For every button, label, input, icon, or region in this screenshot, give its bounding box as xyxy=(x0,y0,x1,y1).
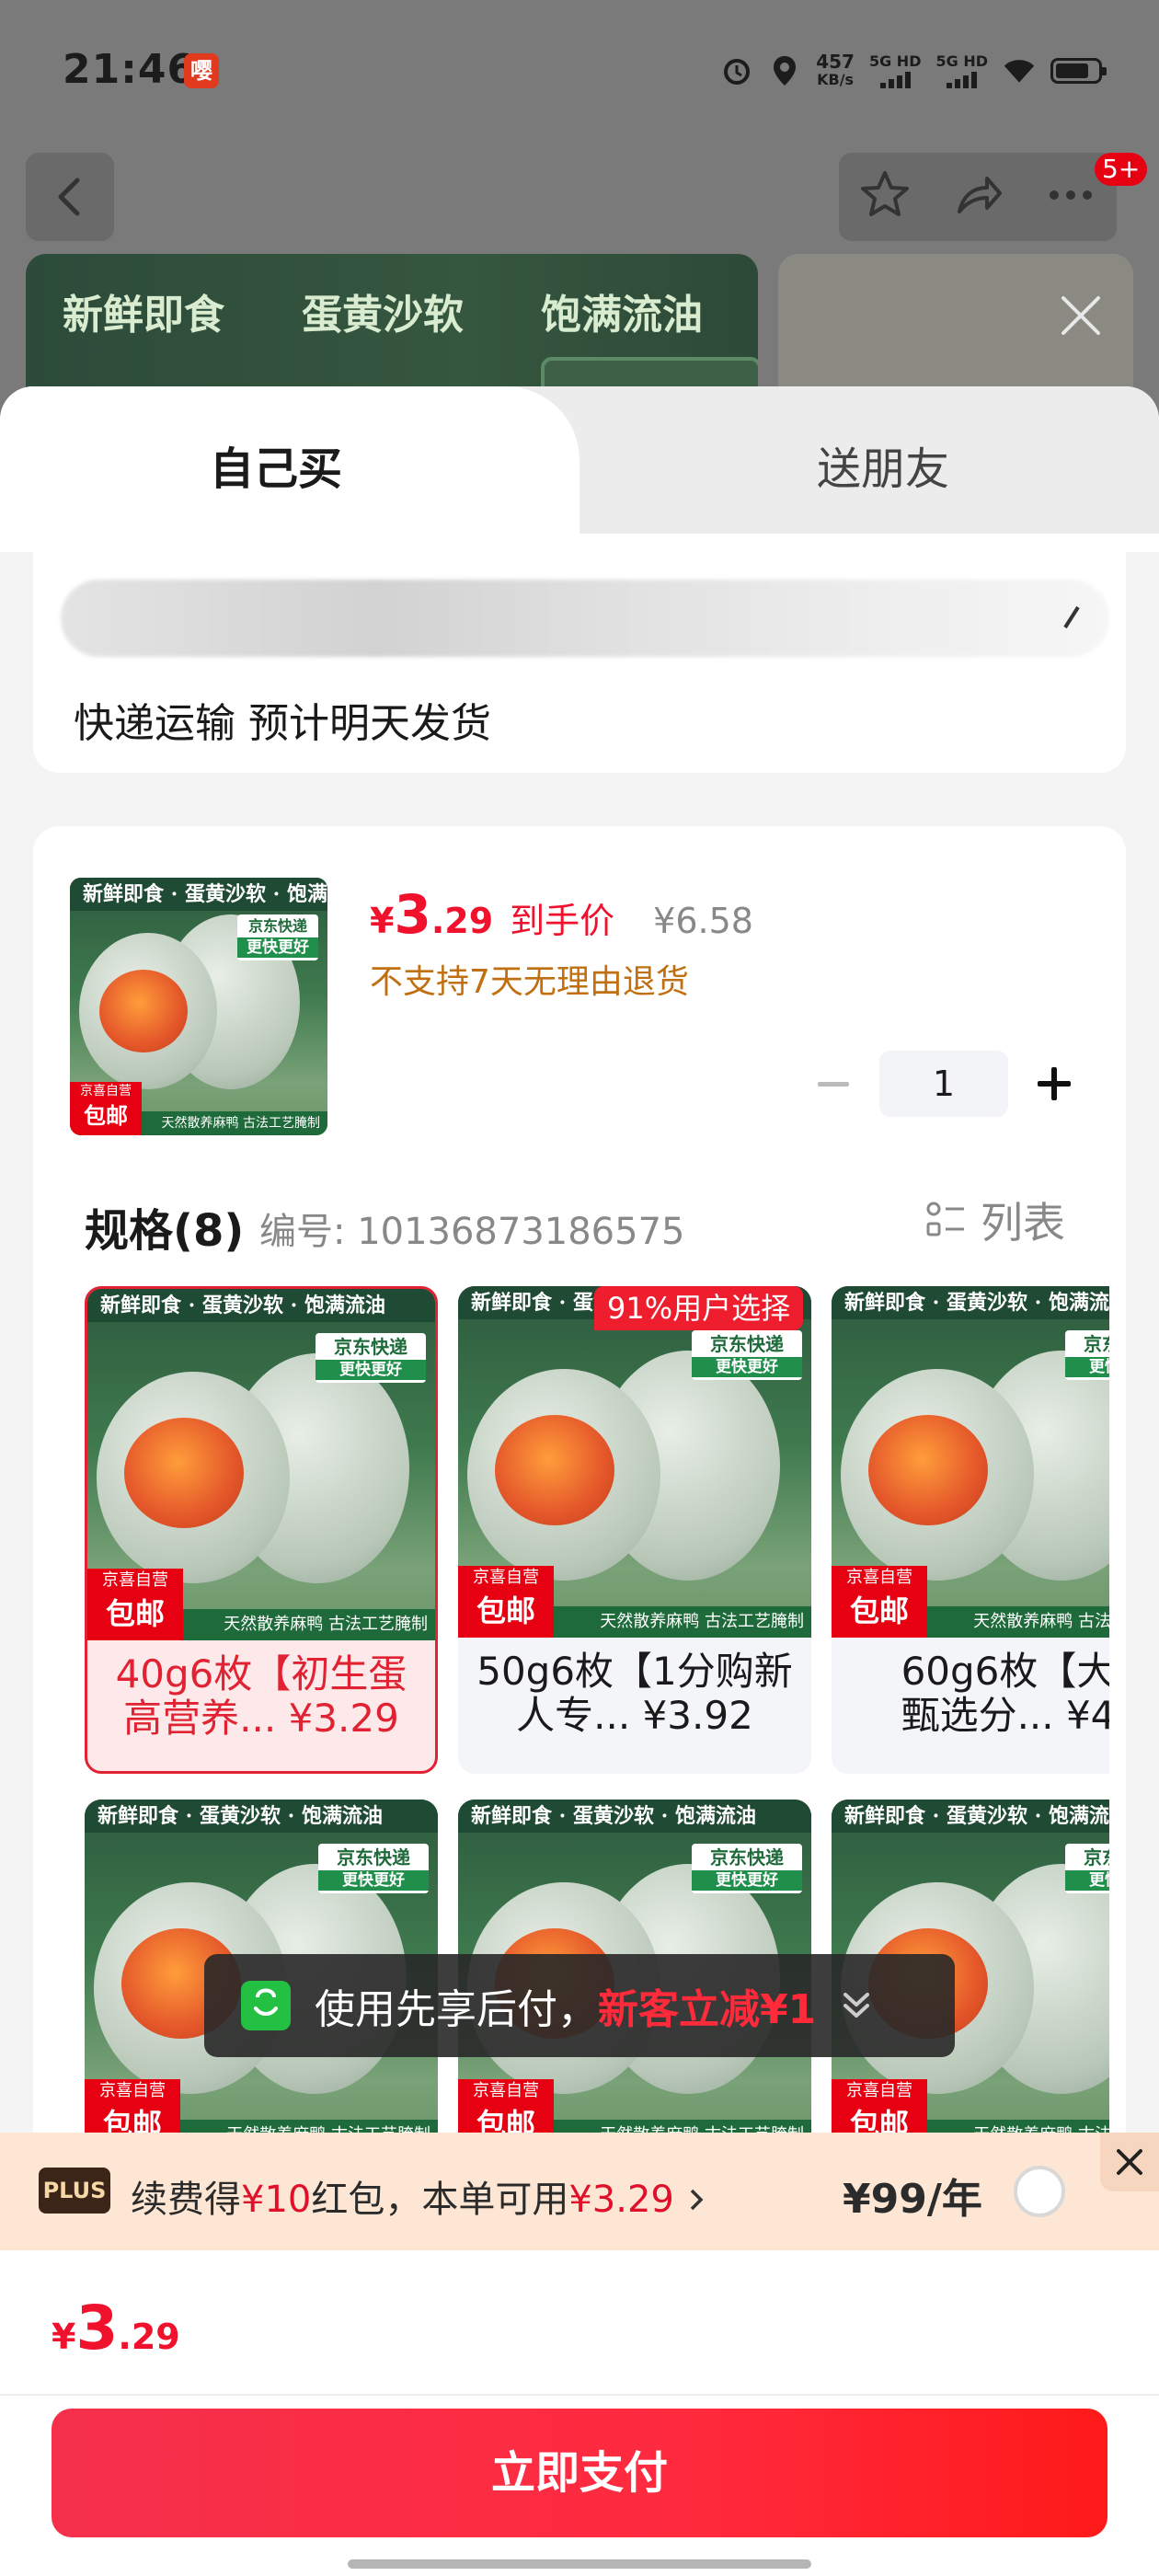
alarm-icon xyxy=(720,54,753,87)
quantity-minus-button[interactable] xyxy=(806,1051,861,1117)
pay-later-offer: 新客立减¥1 xyxy=(598,1986,817,2033)
spec-option-image: 新鲜即食 · 蛋黄沙软 · 饱满流油 京东快递更快更好 天然散养麻鸭 古法工艺腌… xyxy=(832,1286,1109,1638)
plus-select-radio[interactable] xyxy=(1014,2166,1065,2217)
spec-option-2[interactable]: 新鲜即食 · 蛋黄沙软 · 饱满流油 京东快递更快更好 天然散养麻鸭 古法工艺腌… xyxy=(458,1286,811,1774)
status-icons: 457 KB/s 5G HD 5G HD xyxy=(720,48,1107,94)
plus-close-button[interactable] xyxy=(1100,2133,1159,2191)
message-count-badge: 5+ xyxy=(1095,153,1148,186)
address-card[interactable]: 快递运输 预计明天发货 xyxy=(33,552,1126,773)
tab-self[interactable]: 自己买 xyxy=(0,386,580,534)
quantity-stepper: 1 xyxy=(806,1051,1082,1117)
quantity-value[interactable]: 1 xyxy=(879,1051,1008,1117)
spec-option-3[interactable]: 新鲜即食 · 蛋黄沙软 · 饱满流油 京东快递更快更好 天然散养麻鸭 古法工艺腌… xyxy=(832,1286,1109,1774)
top-actions xyxy=(839,153,1117,241)
plus-badge: PLUS xyxy=(39,2168,110,2214)
total-price: ¥ 3 .29 xyxy=(52,2293,180,2363)
more-icon[interactable] xyxy=(1043,167,1098,226)
original-price: ¥6.58 xyxy=(653,901,753,941)
signal-sim2-icon: 5G HD xyxy=(935,53,988,88)
product-thumbnail[interactable]: 新鲜即食 · 蛋黄沙软 · 饱满流油 京东快递更快更好 天然散养麻鸭 古法工艺腌… xyxy=(70,878,327,1135)
battery-icon xyxy=(1050,58,1107,84)
chevron-left-icon xyxy=(58,178,80,216)
back-button[interactable] xyxy=(26,153,114,241)
pay-now-button[interactable]: 立即支付 xyxy=(52,2409,1107,2537)
close-icon[interactable] xyxy=(1058,293,1104,339)
popular-choice-badge: 91%用户选择 xyxy=(594,1286,804,1330)
tab-self-label: 自己买 xyxy=(210,443,343,495)
close-icon xyxy=(1117,2149,1142,2175)
plus-membership-bar: PLUS 续费得¥10红包，本单可用¥3.29 ¥99/年 xyxy=(0,2133,1159,2250)
net-speed: 457 KB/s xyxy=(816,51,855,88)
product-code: 编号: 10136873186575 xyxy=(259,1211,685,1253)
favorite-star-icon[interactable] xyxy=(857,167,912,226)
background-page: 21:46 嘤 457 KB/s 5G HD 5G HD 5+ 新鲜即食 蛋黄沙… xyxy=(0,0,1159,432)
return-policy: 不支持7天无理由退货 xyxy=(370,963,689,1001)
spec-option-image: 新鲜即食 · 蛋黄沙软 · 饱满流油 京东快递更快更好 天然散养麻鸭 古法工艺腌… xyxy=(458,1286,811,1638)
list-icon xyxy=(925,1199,968,1241)
home-indicator[interactable] xyxy=(348,2559,811,2569)
quantity-plus-button[interactable] xyxy=(1027,1051,1082,1117)
share-icon[interactable] xyxy=(950,167,1005,226)
wifi-icon xyxy=(1003,54,1036,87)
final-price-label: 到手价 xyxy=(510,901,615,941)
location-icon xyxy=(768,54,801,87)
app-notification-icon: 嘤 xyxy=(184,53,219,88)
spec-grid: 新鲜即食 · 蛋黄沙软 · 饱满流油 京东快递 更快更好 天然散养麻鸭 古法工艺腌… xyxy=(85,1286,1109,2234)
spec-option-1[interactable]: 新鲜即食 · 蛋黄沙软 · 饱满流油 京东快递 更快更好 天然散养麻鸭 古法工艺腌… xyxy=(85,1286,438,1774)
plus-price: ¥99/年 xyxy=(843,2176,982,2223)
shopping-bag-icon xyxy=(241,1981,291,2030)
chevron-double-down-icon xyxy=(838,1987,875,2024)
list-view-toggle[interactable]: 列表 xyxy=(925,1194,1065,1248)
spec-title: 规格(8) xyxy=(85,1205,245,1257)
product-price: ¥ 3 .29 到手价 ¥6.58 xyxy=(370,883,753,946)
address-blurred xyxy=(61,580,1109,657)
status-bar: 21:46 嘤 457 KB/s 5G HD 5G HD xyxy=(0,0,1159,138)
pay-later-text: 使用先享后付， xyxy=(315,1986,598,2033)
spec-option-image: 新鲜即食 · 蛋黄沙软 · 饱满流油 京东快递更快更好 天然散养麻鸭 古法工艺腌… xyxy=(87,1289,435,1640)
signal-sim1-icon: 5G HD xyxy=(869,53,921,88)
chevron-right-icon xyxy=(1058,600,1085,633)
tab-gift-label: 送朋友 xyxy=(817,443,950,495)
checkout-footer: ¥ 3 .29 立即支付 xyxy=(0,2250,1159,2576)
shipping-estimate: 快递运输 预计明天发货 xyxy=(74,700,491,747)
plus-offer-text[interactable]: 续费得¥10红包，本单可用¥3.29 xyxy=(131,2169,706,2223)
pay-later-banner[interactable]: 使用先享后付， 新客立减¥1 xyxy=(204,1954,955,2057)
chevron-right-icon xyxy=(690,2189,704,2211)
status-time: 21:46 xyxy=(63,46,197,93)
